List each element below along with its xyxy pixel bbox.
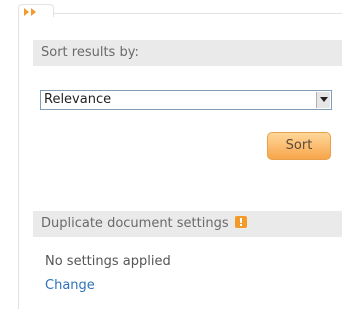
- duplicate-settings-header: Duplicate document settings: [33, 211, 342, 237]
- sort-header: Sort results by:: [33, 40, 342, 66]
- sort-select[interactable]: Relevance: [40, 90, 332, 110]
- duplicate-settings-status: No settings applied: [45, 254, 171, 269]
- dropdown-arrow-icon[interactable]: [316, 92, 330, 108]
- panel-tab[interactable]: [18, 4, 54, 17]
- info-icon[interactable]: [234, 216, 247, 228]
- sort-button[interactable]: Sort: [267, 132, 331, 160]
- expand-arrows-icon: [24, 8, 36, 16]
- change-settings-link[interactable]: Change: [45, 278, 95, 293]
- sort-select-value: Relevance: [44, 92, 112, 107]
- duplicate-settings-title: Duplicate document settings: [41, 216, 229, 231]
- search-options-panel: Sort results by: Relevance Sort Duplicat…: [18, 13, 342, 309]
